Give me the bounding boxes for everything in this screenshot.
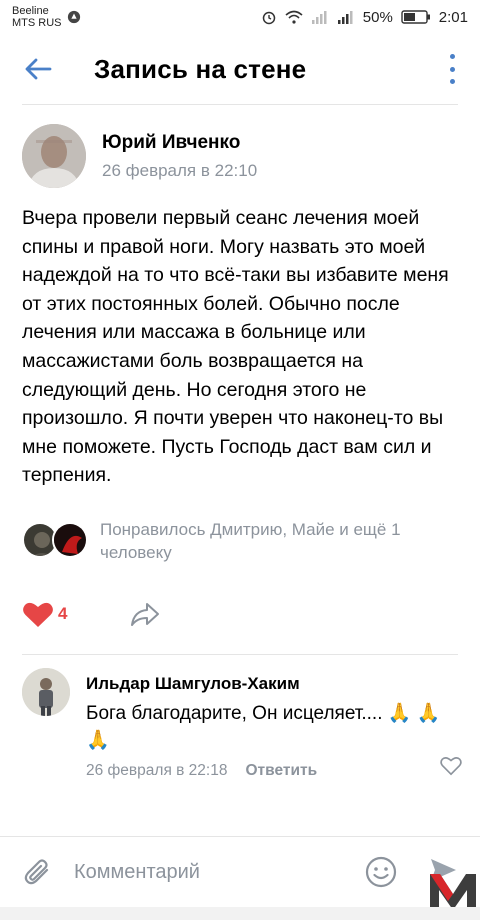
comment-avatar[interactable] xyxy=(22,668,70,716)
warning-icon xyxy=(67,10,80,24)
wifi-icon xyxy=(285,10,303,24)
author-info: Юрий Ивченко 26 февраля в 22:10 xyxy=(102,132,257,181)
share-icon xyxy=(131,603,160,626)
liker-avatar xyxy=(52,522,88,558)
heart-outline-icon[interactable] xyxy=(440,756,462,776)
signal-icon-2 xyxy=(337,11,353,24)
header-divider xyxy=(22,104,458,105)
comment-composer xyxy=(0,837,480,907)
battery-icon xyxy=(401,10,430,24)
liker-avatars xyxy=(22,522,88,558)
battery-percent: 50% xyxy=(362,8,393,26)
comment-input[interactable] xyxy=(74,860,344,884)
avatar[interactable] xyxy=(22,124,86,188)
page-title: Запись на стене xyxy=(94,53,307,84)
post-text: Вчера провели первый сеанс лечения моей … xyxy=(22,207,449,487)
avatar-photo xyxy=(22,124,86,188)
clock: 2:01 xyxy=(438,8,468,26)
app-header: Запись на стене xyxy=(0,34,480,104)
share-button[interactable] xyxy=(129,600,161,628)
likes-summary[interactable]: Понравилось Дмитрию, Майе и ещё 1 челове… xyxy=(22,518,450,564)
back-arrow-icon xyxy=(25,58,52,80)
alarm-icon xyxy=(262,11,276,25)
more-vertical-icon[interactable] xyxy=(446,54,458,84)
paperclip-icon xyxy=(24,859,49,885)
status-icons: 50% 2:01 xyxy=(261,9,468,26)
post-author: Юрий Ивченко 26 февраля в 22:10 xyxy=(22,124,257,188)
carrier-1: Beeline xyxy=(12,5,49,17)
actions-divider xyxy=(22,654,458,655)
smile-icon[interactable] xyxy=(364,855,398,889)
carrier-2: MTS RUS xyxy=(12,17,62,29)
signal-icon-1 xyxy=(311,11,327,24)
like-count: 4 xyxy=(58,604,68,623)
comment-body: Ильдар Шамгулов-Хаким Бога благодарите, … xyxy=(86,674,462,780)
post-date: 26 февраля в 22:10 xyxy=(102,160,258,180)
comment-meta: 26 февраля в 22:18 Ответить xyxy=(86,762,462,780)
post-actions: 4 xyxy=(22,600,161,628)
comment-author[interactable]: Ильдар Шамгулов-Хаким xyxy=(86,674,462,694)
attach-button[interactable] xyxy=(20,854,56,890)
status-bar: Beeline MTS RUS 50% 2:01 xyxy=(0,0,480,34)
back-button[interactable] xyxy=(18,49,58,89)
comment-text: Бога благодарите, Он исцеляет.... 🙏 🙏🙏 xyxy=(86,703,441,751)
comment-date: 26 февраля в 22:18 xyxy=(86,762,228,779)
like-button[interactable]: 4 xyxy=(22,600,67,628)
carrier-info: Beeline MTS RUS xyxy=(12,5,82,29)
author-name[interactable]: Юрий Ивченко xyxy=(102,132,257,154)
reply-button[interactable]: Ответить xyxy=(245,762,317,780)
heart-icon xyxy=(23,602,53,627)
system-nav-bar xyxy=(0,907,480,920)
likes-text: Понравилось Дмитрию, Майе и ещё 1 челове… xyxy=(100,520,401,562)
